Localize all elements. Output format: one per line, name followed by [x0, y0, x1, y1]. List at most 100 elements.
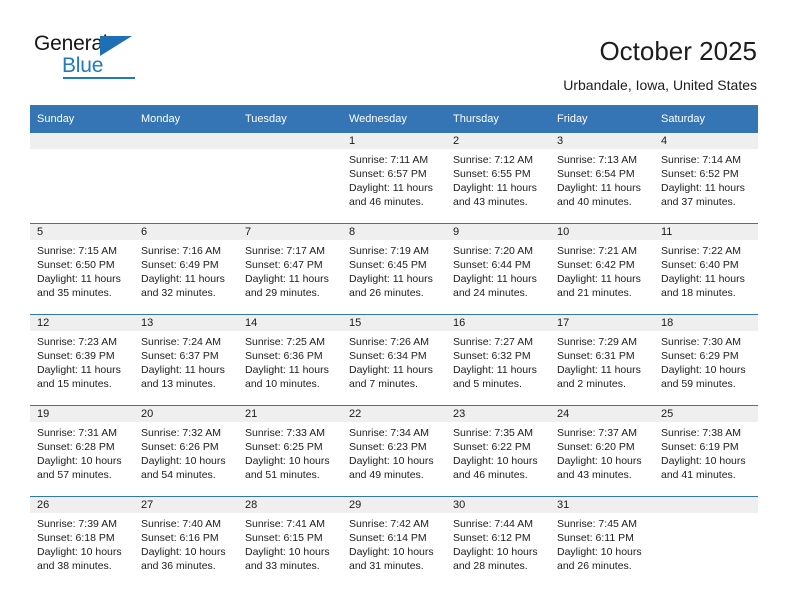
day-number [134, 133, 238, 149]
calendar-day-cell[interactable]: 13 Sunrise: 7:24 AM Sunset: 6:37 PM Dayligh… [134, 314, 238, 406]
daylight-text-line2: and 35 minutes. [37, 287, 112, 300]
day-cell-inner: 31 Sunrise: 7:45 AM Sunset: 6:11 PM Dayligh… [550, 497, 654, 587]
calendar-day-cell[interactable]: 27 Sunrise: 7:40 AM Sunset: 6:16 PM Dayligh… [134, 496, 238, 587]
sunrise-text: Sunrise: 7:24 AM [141, 336, 221, 348]
day-cell-inner: 16 Sunrise: 7:27 AM Sunset: 6:32 PM Dayligh… [446, 315, 550, 405]
calendar-day-cell[interactable]: 31 Sunrise: 7:45 AM Sunset: 6:11 PM Dayligh… [550, 496, 654, 587]
daylight-text-line2: and 49 minutes. [349, 469, 424, 482]
sunrise-text: Sunrise: 7:21 AM [557, 245, 637, 257]
sunrise-text: Sunrise: 7:16 AM [141, 245, 221, 257]
calendar-day-cell[interactable]: 9 Sunrise: 7:20 AM Sunset: 6:44 PM Daylight… [446, 223, 550, 315]
daylight-text-line1: Daylight: 10 hours [557, 455, 642, 468]
day-details: Sunrise: 7:14 AM Sunset: 6:52 PM Daylight:… [654, 149, 758, 209]
calendar-day-cell[interactable]: 15 Sunrise: 7:26 AM Sunset: 6:34 PM Dayligh… [342, 314, 446, 406]
calendar-day-cell[interactable]: 4 Sunrise: 7:14 AM Sunset: 6:52 PM Daylight… [654, 133, 758, 224]
calendar-day-cell[interactable]: 28 Sunrise: 7:41 AM Sunset: 6:15 PM Dayligh… [238, 496, 342, 587]
calendar-day-cell[interactable]: 3 Sunrise: 7:13 AM Sunset: 6:54 PM Daylight… [550, 133, 654, 224]
daylight-text-line1: Daylight: 10 hours [557, 546, 642, 559]
calendar-day-cell[interactable]: 1 Sunrise: 7:11 AM Sunset: 6:57 PM Daylight… [342, 133, 446, 224]
daylight-text-line2: and 46 minutes. [349, 196, 424, 209]
day-number: 11 [654, 224, 758, 240]
day-cell-inner: 18 Sunrise: 7:30 AM Sunset: 6:29 PM Dayligh… [654, 315, 758, 405]
calendar-day-cell[interactable]: 23 Sunrise: 7:35 AM Sunset: 6:22 PM Dayligh… [446, 405, 550, 497]
day-details: Sunrise: 7:22 AM Sunset: 6:40 PM Daylight:… [654, 240, 758, 300]
calendar-day-cell[interactable]: 19 Sunrise: 7:31 AM Sunset: 6:28 PM Dayligh… [30, 405, 134, 497]
day-cell-inner: 11 Sunrise: 7:22 AM Sunset: 6:40 PM Dayligh… [654, 224, 758, 314]
daylight-text-line2: and 15 minutes. [37, 378, 112, 391]
page-header: General Blue October 2025 Urbandale, Iow… [0, 0, 792, 104]
calendar-day-cell-empty [134, 133, 238, 224]
day-number: 4 [654, 133, 758, 149]
daylight-text-line1: Daylight: 10 hours [245, 455, 330, 468]
calendar-day-cell[interactable]: 21 Sunrise: 7:33 AM Sunset: 6:25 PM Dayligh… [238, 405, 342, 497]
sunset-text: Sunset: 6:39 PM [37, 350, 115, 363]
calendar-day-cell[interactable]: 2 Sunrise: 7:12 AM Sunset: 6:55 PM Daylight… [446, 133, 550, 224]
calendar-day-cell[interactable]: 26 Sunrise: 7:39 AM Sunset: 6:18 PM Dayligh… [30, 496, 134, 587]
daylight-text-line2: and 38 minutes. [37, 560, 112, 573]
daylight-text-line2: and 28 minutes. [453, 560, 528, 573]
sunset-text: Sunset: 6:57 PM [349, 168, 427, 181]
weekday-header-row: Sunday Monday Tuesday Wednesday Thursday… [30, 105, 758, 133]
day-number: 26 [30, 497, 134, 513]
daylight-text-line2: and 5 minutes. [453, 378, 522, 391]
sunrise-text: Sunrise: 7:32 AM [141, 427, 221, 439]
day-details: Sunrise: 7:17 AM Sunset: 6:47 PM Daylight:… [238, 240, 342, 300]
day-details: Sunrise: 7:12 AM Sunset: 6:55 PM Daylight:… [446, 149, 550, 209]
sunset-text: Sunset: 6:45 PM [349, 259, 427, 272]
sunset-text: Sunset: 6:50 PM [37, 259, 115, 272]
calendar-day-cell[interactable]: 18 Sunrise: 7:30 AM Sunset: 6:29 PM Dayligh… [654, 314, 758, 406]
sunset-text: Sunset: 6:49 PM [141, 259, 219, 272]
sunset-text: Sunset: 6:37 PM [141, 350, 219, 363]
day-details: Sunrise: 7:31 AM Sunset: 6:28 PM Daylight:… [30, 422, 134, 482]
daylight-text-line2: and 37 minutes. [661, 196, 736, 209]
calendar-day-cell[interactable]: 22 Sunrise: 7:34 AM Sunset: 6:23 PM Dayligh… [342, 405, 446, 497]
calendar-day-cell[interactable]: 10 Sunrise: 7:21 AM Sunset: 6:42 PM Dayligh… [550, 223, 654, 315]
calendar-day-cell[interactable]: 25 Sunrise: 7:38 AM Sunset: 6:19 PM Dayligh… [654, 405, 758, 497]
calendar-day-cell[interactable]: 11 Sunrise: 7:22 AM Sunset: 6:40 PM Dayligh… [654, 223, 758, 315]
daylight-text-line1: Daylight: 11 hours [453, 182, 537, 195]
sunset-text: Sunset: 6:25 PM [245, 441, 323, 454]
daylight-text-line1: Daylight: 11 hours [557, 273, 641, 286]
daylight-text-line1: Daylight: 11 hours [349, 273, 433, 286]
day-cell-inner: 30 Sunrise: 7:44 AM Sunset: 6:12 PM Dayligh… [446, 497, 550, 587]
sunrise-text: Sunrise: 7:33 AM [245, 427, 325, 439]
daylight-text-line1: Daylight: 11 hours [661, 273, 745, 286]
calendar-day-cell[interactable]: 29 Sunrise: 7:42 AM Sunset: 6:14 PM Dayligh… [342, 496, 446, 587]
calendar-day-cell[interactable]: 12 Sunrise: 7:23 AM Sunset: 6:39 PM Dayligh… [30, 314, 134, 406]
daylight-text-line1: Daylight: 11 hours [141, 273, 225, 286]
day-number: 9 [446, 224, 550, 240]
general-blue-logo: General Blue [34, 33, 164, 81]
sunrise-text: Sunrise: 7:37 AM [557, 427, 637, 439]
sunset-text: Sunset: 6:26 PM [141, 441, 219, 454]
day-number: 10 [550, 224, 654, 240]
daylight-text-line1: Daylight: 11 hours [245, 364, 329, 377]
sunset-text: Sunset: 6:19 PM [661, 441, 739, 454]
daylight-text-line2: and 51 minutes. [245, 469, 320, 482]
calendar-day-cell[interactable]: 30 Sunrise: 7:44 AM Sunset: 6:12 PM Dayligh… [446, 496, 550, 587]
day-details: Sunrise: 7:33 AM Sunset: 6:25 PM Daylight:… [238, 422, 342, 482]
daylight-text-line2: and 26 minutes. [349, 287, 424, 300]
day-number: 20 [134, 406, 238, 422]
calendar-day-cell[interactable]: 8 Sunrise: 7:19 AM Sunset: 6:45 PM Daylight… [342, 223, 446, 315]
calendar-day-cell[interactable]: 7 Sunrise: 7:17 AM Sunset: 6:47 PM Daylight… [238, 223, 342, 315]
calendar-day-cell[interactable]: 5 Sunrise: 7:15 AM Sunset: 6:50 PM Daylight… [30, 223, 134, 315]
day-cell-inner: 12 Sunrise: 7:23 AM Sunset: 6:39 PM Dayligh… [30, 315, 134, 405]
sunrise-text: Sunrise: 7:41 AM [245, 518, 325, 530]
day-details: Sunrise: 7:35 AM Sunset: 6:22 PM Daylight:… [446, 422, 550, 482]
calendar-day-cell[interactable]: 6 Sunrise: 7:16 AM Sunset: 6:49 PM Daylight… [134, 223, 238, 315]
weekday-header-friday: Friday [550, 105, 654, 133]
calendar-day-cell[interactable]: 24 Sunrise: 7:37 AM Sunset: 6:20 PM Dayligh… [550, 405, 654, 497]
sunset-text: Sunset: 6:36 PM [245, 350, 323, 363]
daylight-text-line1: Daylight: 11 hours [37, 364, 121, 377]
sunset-text: Sunset: 6:34 PM [349, 350, 427, 363]
daylight-text-line2: and 40 minutes. [557, 196, 632, 209]
calendar-day-cell[interactable]: 20 Sunrise: 7:32 AM Sunset: 6:26 PM Dayligh… [134, 405, 238, 497]
day-details: Sunrise: 7:38 AM Sunset: 6:19 PM Daylight:… [654, 422, 758, 482]
day-number: 6 [134, 224, 238, 240]
calendar-day-cell-empty [30, 133, 134, 224]
calendar-day-cell[interactable]: 17 Sunrise: 7:29 AM Sunset: 6:31 PM Dayligh… [550, 314, 654, 406]
calendar-day-cell[interactable]: 14 Sunrise: 7:25 AM Sunset: 6:36 PM Dayligh… [238, 314, 342, 406]
day-cell-inner: 29 Sunrise: 7:42 AM Sunset: 6:14 PM Dayligh… [342, 497, 446, 587]
day-number: 27 [134, 497, 238, 513]
calendar-day-cell[interactable]: 16 Sunrise: 7:27 AM Sunset: 6:32 PM Dayligh… [446, 314, 550, 406]
